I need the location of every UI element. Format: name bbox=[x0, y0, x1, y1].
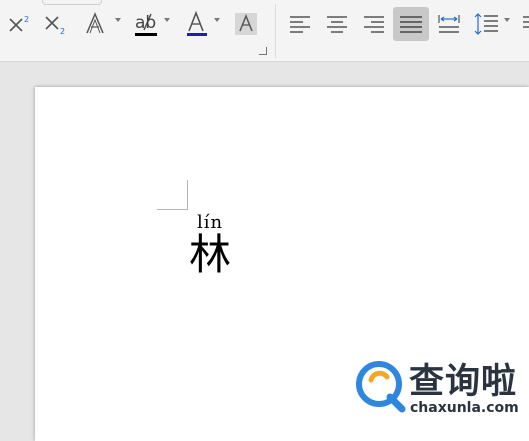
line-spacing-icon bbox=[474, 13, 498, 35]
svg-text:2: 2 bbox=[60, 27, 65, 36]
font-color-dropdown-icon[interactable] bbox=[214, 18, 220, 22]
highlight-button[interactable]: ab bbox=[132, 8, 162, 40]
subscript-button[interactable]: 2 bbox=[42, 8, 70, 40]
distributed-button[interactable] bbox=[434, 8, 464, 40]
formatting-toolbar: 2 2 ab bbox=[0, 0, 529, 62]
superscript-icon: 2 bbox=[9, 15, 29, 32]
font-color-button[interactable] bbox=[183, 8, 211, 40]
svg-text:2: 2 bbox=[24, 15, 29, 24]
char-shading-icon bbox=[235, 13, 257, 35]
align-left-button[interactable] bbox=[285, 8, 315, 40]
font-color-icon bbox=[187, 10, 207, 36]
phonetic-guide-text[interactable]: lín 林 bbox=[184, 212, 236, 278]
align-left-icon bbox=[290, 16, 310, 33]
line-spacing-button[interactable] bbox=[471, 8, 501, 40]
group-separator bbox=[275, 4, 276, 58]
sort-icon bbox=[523, 16, 529, 28]
justify-icon bbox=[400, 16, 422, 33]
font-dialog-launcher-icon[interactable] bbox=[259, 47, 267, 55]
distributed-icon bbox=[438, 15, 460, 33]
watermark-domain: chaxunla.com bbox=[410, 400, 519, 416]
magnifier-logo-icon bbox=[356, 361, 406, 413]
character-shading-button[interactable] bbox=[233, 8, 259, 40]
more-tools-button[interactable] bbox=[519, 8, 529, 40]
align-center-button[interactable] bbox=[322, 8, 352, 40]
align-right-button[interactable] bbox=[359, 8, 389, 40]
highlight-dropdown-icon[interactable] bbox=[164, 18, 170, 22]
chinese-character: 林 bbox=[188, 230, 231, 279]
justify-button[interactable] bbox=[393, 7, 429, 41]
superscript-button[interactable]: 2 bbox=[6, 8, 34, 40]
text-effects-button[interactable] bbox=[82, 8, 110, 40]
page-margin-marker bbox=[157, 180, 188, 210]
ribbon-tab-edge bbox=[42, 0, 102, 5]
align-center-icon bbox=[327, 16, 347, 33]
line-spacing-dropdown-icon[interactable] bbox=[504, 18, 510, 22]
svg-text:ab: ab bbox=[135, 13, 156, 33]
watermark-title: 查询啦 bbox=[409, 362, 518, 402]
text-effect-icon bbox=[86, 12, 104, 34]
align-right-icon bbox=[364, 16, 384, 33]
text-effects-dropdown-icon[interactable] bbox=[115, 18, 121, 22]
highlight-icon: ab bbox=[135, 13, 157, 36]
subscript-icon: 2 bbox=[45, 16, 65, 36]
watermark: 查询啦 chaxunla.com bbox=[354, 357, 524, 421]
